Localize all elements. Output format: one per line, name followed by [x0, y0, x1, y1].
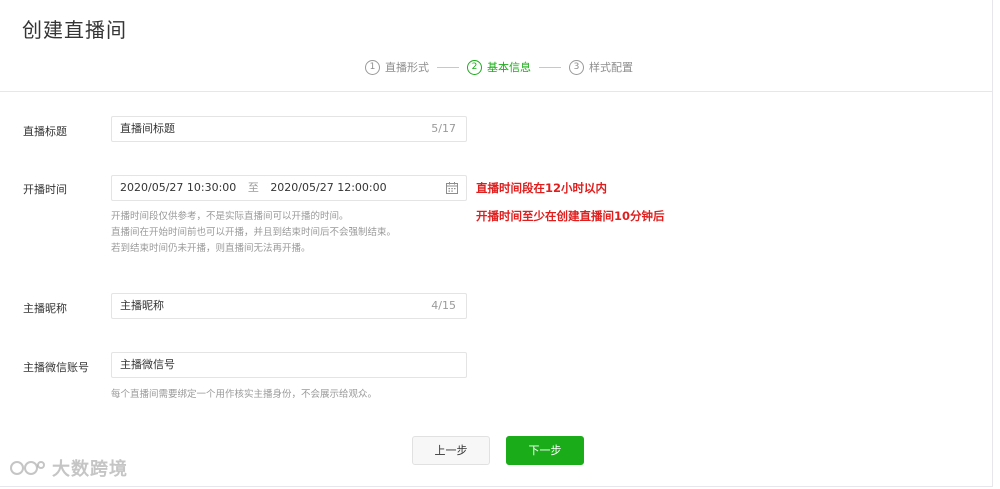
- title-input-value: 直播间标题: [120, 122, 175, 135]
- wechat-input[interactable]: 主播微信号: [111, 352, 467, 378]
- step-1: 1 直播形式: [365, 59, 429, 75]
- title-char-count: 5/17: [431, 122, 456, 135]
- step-3: 3 样式配置: [569, 59, 633, 75]
- previous-step-button[interactable]: 上一步: [412, 436, 490, 465]
- step-3-label: 样式配置: [589, 61, 633, 74]
- nickname-label: 主播昵称: [23, 302, 67, 315]
- page-title: 创建直播间: [22, 18, 127, 42]
- calendar-icon[interactable]: [446, 182, 458, 194]
- step-2-number: 2: [467, 59, 482, 75]
- time-label: 开播时间: [23, 183, 67, 196]
- nickname-input-value: 主播昵称: [120, 299, 164, 312]
- time-help-line: 直播间在开始时间前也可以开播，并且到结束时间后不会强制结束。: [111, 227, 397, 238]
- step-2-label: 基本信息: [487, 61, 531, 74]
- title-input[interactable]: 直播间标题 5/17: [111, 116, 467, 142]
- watermark-text: 大数跨境: [52, 459, 128, 480]
- time-range-picker[interactable]: 2020/05/27 10:30:00 至 2020/05/27 12:00:0…: [111, 175, 467, 201]
- time-range-separator: 至: [247, 181, 259, 194]
- wechat-label: 主播微信账号: [23, 361, 89, 374]
- step-connector: [437, 66, 459, 68]
- time-start-value: 2020/05/27 10:30:00: [120, 181, 237, 194]
- next-step-button[interactable]: 下一步: [506, 436, 584, 465]
- step-1-label: 直播形式: [385, 61, 429, 74]
- title-label: 直播标题: [23, 125, 67, 138]
- step-2: 2 基本信息: [467, 59, 531, 75]
- nickname-input[interactable]: 主播昵称 4/15: [111, 293, 467, 319]
- step-3-number: 3: [569, 59, 584, 75]
- step-indicator: 1 直播形式 2 基本信息 3 样式配置: [365, 58, 633, 76]
- time-help-text: 开播时间段仅供参考，不是实际直播间可以开播的时间。 直播间在开始时间前也可以开播…: [111, 209, 396, 257]
- wechat-input-value: 主播微信号: [120, 358, 175, 371]
- time-help-line: 若到结束时间仍未开播，则直播间无法再开播。: [111, 243, 311, 254]
- header-divider: [0, 91, 992, 92]
- annotation-note-1: 直播时间段在12小时以内: [476, 181, 608, 195]
- step-connector: [539, 66, 561, 68]
- time-help-line: 开播时间段仅供参考，不是实际直播间可以开播的时间。: [111, 211, 349, 222]
- watermark-logo-icon: [10, 461, 45, 475]
- time-end-value: 2020/05/27 12:00:00: [270, 181, 387, 194]
- step-1-number: 1: [365, 59, 380, 75]
- nickname-char-count: 4/15: [431, 299, 456, 312]
- watermark: 大数跨境: [8, 455, 128, 481]
- annotation-note-2: 开播时间至少在创建直播间10分钟后: [476, 209, 665, 223]
- wechat-help-text: 每个直播间需要绑定一个用作核实主播身份，不会展示给观众。: [111, 389, 378, 400]
